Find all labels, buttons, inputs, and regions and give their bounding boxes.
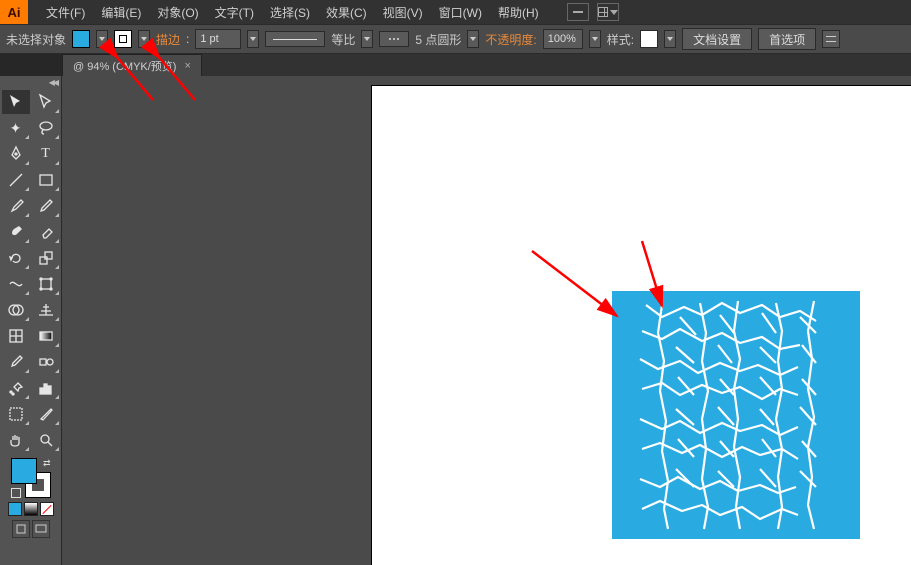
line-tool[interactable]: [2, 168, 30, 192]
menu-object[interactable]: 对象(O): [149, 4, 206, 21]
opacity-field[interactable]: 100%: [543, 29, 583, 49]
menu-window[interactable]: 窗口(W): [431, 4, 490, 21]
rectangle-tool[interactable]: [32, 168, 60, 192]
draw-mode-icon[interactable]: [12, 520, 30, 538]
fill-swatch[interactable]: [72, 30, 90, 48]
document-tab[interactable]: @ 94% (CMYK/预览) ×: [62, 54, 202, 76]
stroke-dropdown[interactable]: [138, 30, 150, 48]
preferences-button[interactable]: 首选项: [758, 28, 816, 50]
fill-stroke-indicator[interactable]: ⇄: [11, 458, 51, 498]
stroke-label[interactable]: 描边: [156, 31, 180, 48]
screen-mode-icon[interactable]: [32, 520, 50, 538]
canvas[interactable]: [62, 76, 911, 565]
type-tool[interactable]: T: [32, 142, 60, 166]
blend-tool[interactable]: [32, 350, 60, 374]
menu-file[interactable]: 文件(F): [38, 4, 93, 21]
stroke-weight-field[interactable]: 1 pt: [195, 29, 241, 49]
magic-wand-tool[interactable]: ✦: [2, 116, 30, 140]
menu-select[interactable]: 选择(S): [262, 4, 318, 21]
slice-tool[interactable]: [32, 402, 60, 426]
artwork-cell-pattern: [612, 291, 860, 539]
brush-dropdown[interactable]: [467, 30, 479, 48]
style-label: 样式:: [607, 31, 634, 48]
brush-label: 5 点圆形: [415, 31, 461, 48]
shape-builder-tool[interactable]: [2, 298, 30, 322]
fill-indicator[interactable]: [11, 458, 37, 484]
paintbrush-tool[interactable]: [2, 194, 30, 218]
selection-tool[interactable]: [2, 90, 30, 114]
perspective-grid-tool[interactable]: [32, 298, 60, 322]
eyedropper-tool[interactable]: [2, 350, 30, 374]
menubar-right: [567, 3, 619, 21]
brush-preview[interactable]: [379, 31, 409, 47]
app-logo: Ai: [0, 0, 28, 24]
column-graph-tool[interactable]: [32, 376, 60, 400]
color-mode-gradient[interactable]: [24, 502, 38, 516]
style-swatch[interactable]: [640, 30, 658, 48]
screen-mode-row: [12, 520, 50, 538]
blob-brush-tool[interactable]: [2, 220, 30, 244]
width-tool[interactable]: [2, 272, 30, 296]
selection-status: 未选择对象: [6, 31, 66, 48]
artboard: [372, 86, 911, 565]
style-dropdown[interactable]: [664, 30, 676, 48]
rotate-tool[interactable]: [2, 246, 30, 270]
document-tab-bar: @ 94% (CMYK/预览) ×: [0, 54, 911, 76]
menu-help[interactable]: 帮助(H): [490, 4, 547, 21]
stroke-swatch[interactable]: [114, 30, 132, 48]
artboard-tool[interactable]: [2, 402, 30, 426]
control-bar: 未选择对象 描边: 1 pt 等比 5 点圆形 不透明度: 100% 样式: 文…: [0, 24, 911, 54]
zoom-tool[interactable]: [32, 428, 60, 452]
pencil-tool[interactable]: [32, 194, 60, 218]
swap-fill-stroke-icon[interactable]: ⇄: [43, 458, 51, 469]
profile-dropdown[interactable]: [361, 30, 373, 48]
document-tab-title: @ 94% (CMYK/预览): [73, 58, 176, 74]
color-mode-none[interactable]: [40, 502, 54, 516]
control-menu-icon[interactable]: [822, 30, 840, 48]
tools-panel: ◀◀ ✦ T: [0, 76, 62, 565]
free-transform-tool[interactable]: [32, 272, 60, 296]
arrange-documents-icon[interactable]: [597, 3, 619, 21]
scale-tool[interactable]: [32, 246, 60, 270]
profile-label: 等比: [331, 31, 355, 48]
tools-panel-grip[interactable]: ◀◀: [0, 78, 61, 90]
default-fill-stroke-icon[interactable]: [11, 488, 21, 498]
opacity-dropdown[interactable]: [589, 30, 601, 48]
menu-type[interactable]: 文字(T): [207, 4, 262, 21]
menu-effect[interactable]: 效果(C): [318, 4, 375, 21]
direct-selection-tool[interactable]: [32, 90, 60, 114]
pen-tool[interactable]: [2, 142, 30, 166]
stroke-profile[interactable]: [265, 31, 325, 47]
eraser-tool[interactable]: [32, 220, 60, 244]
fill-dropdown[interactable]: [96, 30, 108, 48]
symbol-sprayer-tool[interactable]: [2, 376, 30, 400]
essentials-icon[interactable]: [567, 3, 589, 21]
hand-tool[interactable]: [2, 428, 30, 452]
color-mode-solid[interactable]: [8, 502, 22, 516]
mesh-tool[interactable]: [2, 324, 30, 348]
stroke-weight-dropdown[interactable]: [247, 30, 259, 48]
menu-view[interactable]: 视图(V): [375, 4, 431, 21]
color-mode-row: [8, 502, 54, 516]
menu-edit[interactable]: 编辑(E): [93, 4, 149, 21]
lasso-tool[interactable]: [32, 116, 60, 140]
artwork-blue-rectangle: [612, 291, 860, 539]
workspace: ◀◀ ✦ T: [0, 76, 911, 565]
gradient-tool[interactable]: [32, 324, 60, 348]
menu-bar: Ai 文件(F) 编辑(E) 对象(O) 文字(T) 选择(S) 效果(C) 视…: [0, 0, 911, 24]
document-setup-button[interactable]: 文档设置: [682, 28, 752, 50]
close-tab-icon[interactable]: ×: [184, 60, 190, 72]
opacity-label[interactable]: 不透明度:: [485, 31, 536, 48]
